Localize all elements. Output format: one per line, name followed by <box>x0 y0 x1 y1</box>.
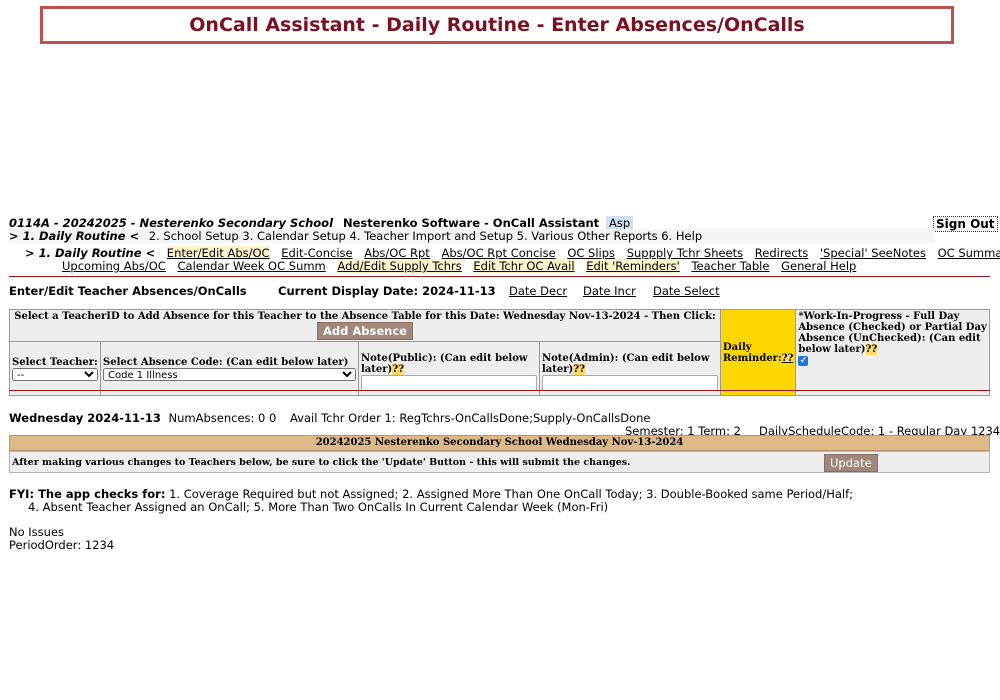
school-name: 0114A - 20242025 - Nesterenko Secondary … <box>9 216 334 230</box>
subnav-edit-reminders[interactable]: Edit 'Reminders' <box>586 259 680 273</box>
sub-nav-row2: Upcoming Abs/OC Calendar Week OC Summ Ad… <box>62 259 864 273</box>
subnav-add-supply[interactable]: Add/Edit Supply Tchrs <box>337 259 462 273</box>
subnav-abs-rpt[interactable]: Abs/OC Rpt <box>364 246 430 260</box>
note-public-help[interactable]: ?? <box>392 364 404 375</box>
absence-code-cell: Select Absence Code: (Can edit below lat… <box>100 341 359 396</box>
num-absences: NumAbsences: 0 0 <box>168 411 277 425</box>
current-display-date: Current Display Date: 2024-11-13 <box>278 284 496 298</box>
top-nav: > 1. Daily Routine < 2. School Setup 3. … <box>9 229 934 243</box>
summary-date: Wednesday 2024-11-13 <box>9 411 161 425</box>
asp-label: Asp <box>606 216 634 230</box>
subnav-calendar-week[interactable]: Calendar Week OC Summ <box>178 259 326 273</box>
schedule-body: After making various changes to Teachers… <box>9 451 990 473</box>
subnav-current[interactable]: > 1. Daily Routine < <box>25 246 155 260</box>
avail-order: Avail Tchr Order 1: RegTchrs-OnCallsDone… <box>289 411 651 425</box>
nav-other-reports[interactable]: 5. Various Other Reports <box>517 229 658 243</box>
note-admin-label: Note(Admin): (Can edit below later) <box>542 353 710 375</box>
instruction-text: Select a TeacherID to Add Absence for th… <box>14 311 716 322</box>
page-banner-title: OnCall Assistant - Daily Routine - Enter… <box>40 6 954 44</box>
note-public-cell: Note(Public): (Can edit below later)?? <box>358 341 540 396</box>
absence-code-label: Select Absence Code: (Can edit below lat… <box>103 357 349 368</box>
nav-current-daily-routine[interactable]: > 1. Daily Routine < <box>9 229 139 243</box>
subnav-supply-sheets[interactable]: Suppply Tchr Sheets <box>627 246 743 260</box>
sign-out-link[interactable]: Sign Out <box>933 216 998 232</box>
nav-school-setup[interactable]: 2. School Setup <box>149 229 239 243</box>
page-heading: Enter/Edit Teacher Absences/OnCalls <box>9 284 247 298</box>
subnav-teacher-table[interactable]: Teacher Table <box>691 259 769 273</box>
teacher-cell: Select Teacher: -- <box>9 341 101 396</box>
wip-cell: *Work-In-Progress - Full Day Absence (Ch… <box>795 309 990 396</box>
full-day-checkbox[interactable]: ✓ <box>798 356 809 366</box>
subnav-abs-rpt-concise[interactable]: Abs/OC Rpt Concise <box>441 246 555 260</box>
subnav-redirects[interactable]: Redirects <box>755 246 808 260</box>
subnav-upcoming[interactable]: Upcoming Abs/OC <box>62 259 166 273</box>
date-select-link[interactable]: Date Select <box>653 284 720 298</box>
date-incr-link[interactable]: Date Incr <box>583 284 636 298</box>
note-public-input[interactable] <box>361 375 537 391</box>
daily-reminder-label: Daily Reminder: <box>723 341 782 364</box>
divider <box>9 276 990 277</box>
teacher-label: Select Teacher: <box>12 357 98 368</box>
instruction-cell: Select a TeacherID to Add Absence for th… <box>9 309 721 342</box>
subnav-special-notes[interactable]: 'Special' SeeNotes <box>820 246 926 260</box>
period-order: PeriodOrder: 1234 <box>9 538 115 552</box>
add-absence-button[interactable]: Add Absence <box>317 322 413 340</box>
note-admin-help[interactable]: ?? <box>573 364 585 375</box>
software-name: Nesterenko Software - OnCall Assistant <box>343 216 600 230</box>
note-public-label: Note(Public): (Can edit below later) <box>361 353 528 375</box>
schedule-header: 20242025 Nesterenko Secondary School Wed… <box>9 435 990 451</box>
fyi-text1: 1. Coverage Required but not Assigned; 2… <box>169 487 854 501</box>
wip-help[interactable]: ?? <box>865 344 878 355</box>
subnav-edit-concise[interactable]: Edit-Concise <box>281 246 352 260</box>
divider-2 <box>9 390 990 391</box>
wip-label: *Work-In-Progress - Full Day Absence (Ch… <box>798 311 987 355</box>
schedule-note: After making various changes to Teachers… <box>12 457 631 468</box>
subnav-oc-slips[interactable]: OC Slips <box>567 246 615 260</box>
teacher-select[interactable]: -- <box>12 368 98 381</box>
fyi-text2: 4. Absent Teacher Assigned an OnCall; 5.… <box>28 500 609 514</box>
date-decr-link[interactable]: Date Decr <box>509 284 567 298</box>
nav-teacher-import[interactable]: 4. Teacher Import and Setup <box>350 229 513 243</box>
update-button[interactable]: Update <box>824 454 878 472</box>
subnav-oc-summary[interactable]: OC Summary <box>938 246 1000 260</box>
note-admin-input[interactable] <box>542 375 718 391</box>
nav-calendar-setup[interactable]: 3. Calendar Setup <box>242 229 345 243</box>
nav-help[interactable]: 6. Help <box>661 229 702 243</box>
add-absence-form: Select a TeacherID to Add Absence for th… <box>9 309 990 396</box>
fyi-line1: FYI: The app checks for: 1. Coverage Req… <box>9 487 853 501</box>
fyi-label: FYI: The app checks for: <box>9 487 166 501</box>
subnav-enter-edit-abs[interactable]: Enter/Edit Abs/OC <box>166 246 270 260</box>
subnav-general-help[interactable]: General Help <box>781 259 856 273</box>
daily-reminder-help[interactable]: ?? <box>781 352 794 364</box>
daily-reminder-cell: Daily Reminder:?? <box>719 309 797 396</box>
summary-line: Wednesday 2024-11-13 NumAbsences: 0 0 Av… <box>9 411 650 425</box>
subnav-edit-avail[interactable]: Edit Tchr OC Avail <box>473 259 575 273</box>
no-issues: No Issues <box>9 525 65 539</box>
sub-nav-row1: > 1. Daily Routine < Enter/Edit Abs/OC E… <box>25 246 1000 260</box>
note-admin-cell: Note(Admin): (Can edit below later)?? <box>539 341 721 396</box>
absence-code-select[interactable]: Code 1 Illness <box>103 368 356 381</box>
